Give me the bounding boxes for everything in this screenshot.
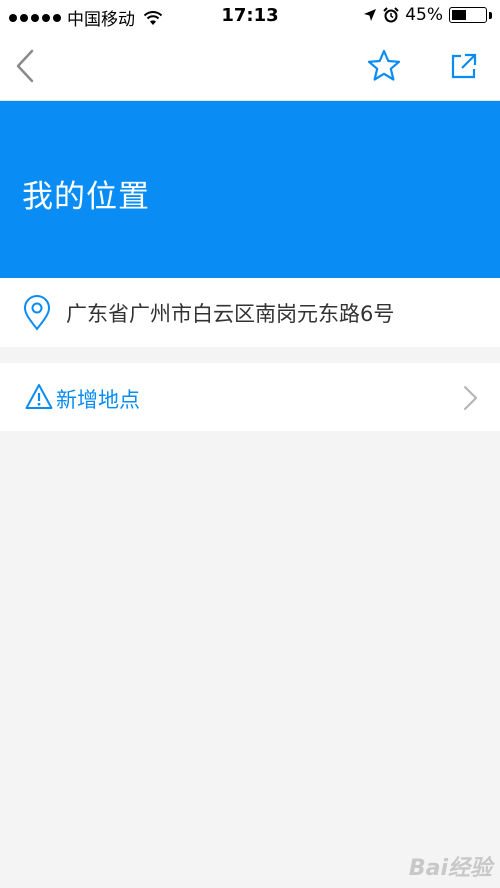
location-arrow-icon [364, 9, 377, 21]
add-place-row[interactable]: 新增地点 [0, 363, 500, 431]
share-icon[interactable] [448, 50, 480, 82]
address-row: 广东省广州市白云区南岗元东路6号 [0, 278, 500, 347]
battery-level-fill [452, 10, 466, 20]
nav-bar [0, 32, 500, 101]
baidu-jingyan-watermark: Bai经验 [409, 850, 492, 882]
status-bar: 中国移动 17:13 45% [0, 0, 500, 32]
status-right: 45% [363, 5, 492, 25]
address-text: 广东省广州市白云区南岗元东路6号 [66, 302, 395, 326]
add-place-label: 新增地点 [56, 388, 140, 412]
page-title: 我的位置 [22, 179, 150, 215]
warning-triangle-icon [25, 384, 53, 409]
battery-percent: 45% [405, 5, 443, 25]
chevron-right-icon [464, 386, 477, 410]
star-icon[interactable] [366, 48, 402, 84]
watermark-text: Bai经验 [408, 856, 492, 881]
alarm-icon [383, 7, 399, 23]
my-location-header: 我的位置 [0, 101, 500, 278]
back-chevron-icon[interactable] [12, 48, 42, 84]
battery-icon [449, 7, 487, 23]
location-pin-icon [23, 295, 51, 331]
battery-tip [489, 11, 492, 19]
